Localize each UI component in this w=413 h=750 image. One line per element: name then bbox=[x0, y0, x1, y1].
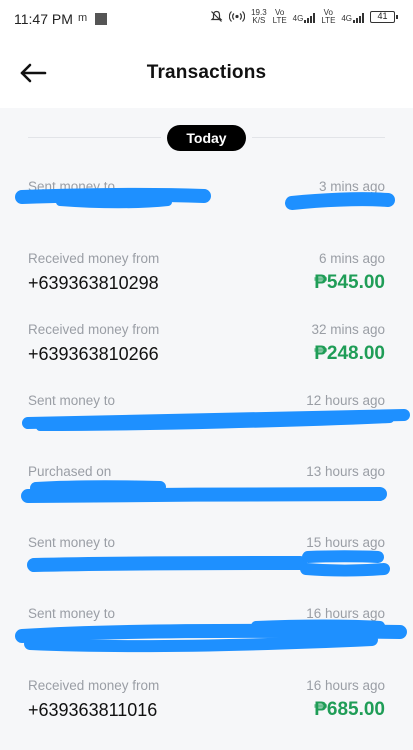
signal-icon-2: 4G bbox=[341, 12, 364, 23]
status-bar: 11:47 PM m 19.3 K/S Vo LTE 4G Vo LTE 4G … bbox=[0, 0, 413, 40]
transaction-row-3[interactable]: Received money from 32 mins ago +6393638… bbox=[0, 322, 413, 393]
transaction-number: +639363810298 bbox=[28, 273, 159, 293]
battery-level: 41 bbox=[377, 11, 388, 21]
transaction-type: Received money from bbox=[28, 678, 160, 693]
transaction-row-8[interactable]: Received money from 16 hours ago +639363… bbox=[0, 678, 413, 749]
transaction-amount: ₱545.00 bbox=[314, 272, 385, 293]
transaction-time: 13 hours ago bbox=[306, 464, 385, 479]
transaction-time: 16 hours ago bbox=[306, 678, 385, 693]
divider-line-right bbox=[252, 137, 385, 138]
transaction-type: Received money from bbox=[28, 322, 160, 337]
status-icons: 19.3 K/S Vo LTE 4G Vo LTE 4G 41 bbox=[210, 8, 398, 25]
net-speed: 19.3 K/S bbox=[251, 9, 267, 25]
transaction-amount: ₱685.00 bbox=[314, 699, 385, 720]
transaction-list[interactable]: Today Sent money to 3 mins ago Received … bbox=[0, 108, 413, 750]
transaction-time: 12 hours ago bbox=[306, 393, 385, 408]
transaction-time: 3 mins ago bbox=[318, 179, 385, 194]
transaction-type: Received money from bbox=[28, 251, 160, 266]
transaction-row-6[interactable]: Sent money to 15 hours ago bbox=[0, 535, 413, 606]
transaction-type: Sent money to bbox=[28, 179, 116, 194]
network-type-1: 4G bbox=[292, 13, 304, 23]
transaction-time: 16 hours ago bbox=[306, 606, 385, 621]
transaction-row-5[interactable]: Purchased on 13 hours ago bbox=[0, 464, 413, 535]
redaction-scribble bbox=[15, 187, 395, 210]
transaction-row-7[interactable]: Sent money to 16 hours ago bbox=[0, 606, 413, 677]
transaction-type: Sent money to bbox=[28, 535, 116, 550]
volte-1: Vo LTE bbox=[272, 8, 287, 25]
hotspot-icon bbox=[228, 10, 246, 25]
today-badge: Today bbox=[167, 125, 246, 151]
notifications-off-icon bbox=[210, 10, 223, 25]
date-divider: Today bbox=[0, 125, 413, 151]
notification-square-icon bbox=[95, 13, 107, 25]
transaction-number: +639363811016 bbox=[28, 700, 158, 720]
transaction-time: 6 mins ago bbox=[318, 251, 385, 266]
status-time: 11:47 PM bbox=[14, 11, 73, 27]
status-indicator: m bbox=[78, 12, 88, 24]
signal-icon-1: 4G bbox=[293, 12, 316, 23]
transaction-row-4[interactable]: Sent money to 12 hours ago bbox=[0, 393, 413, 464]
net-speed-unit: K/S bbox=[252, 16, 266, 25]
network-type-2: 4G bbox=[341, 13, 352, 23]
transaction-type: Sent money to bbox=[28, 606, 116, 621]
transaction-type: Sent money to bbox=[28, 393, 116, 408]
transaction-amount: ₱248.00 bbox=[314, 343, 385, 364]
transaction-row-1[interactable]: Sent money to 3 mins ago bbox=[0, 179, 413, 250]
transaction-type: Purchased on bbox=[28, 464, 112, 479]
transaction-time: 32 mins ago bbox=[311, 322, 385, 337]
transaction-row-2[interactable]: Received money from 6 mins ago +63936381… bbox=[0, 251, 413, 322]
divider-line-left bbox=[28, 137, 161, 138]
battery-icon: 41 bbox=[370, 11, 398, 23]
transaction-time: 15 hours ago bbox=[306, 535, 385, 550]
app-header: Transactions bbox=[0, 40, 413, 108]
page-title: Transactions bbox=[146, 62, 267, 83]
transaction-number: +639363810266 bbox=[28, 344, 159, 364]
volte-2: Vo LTE bbox=[321, 8, 336, 25]
